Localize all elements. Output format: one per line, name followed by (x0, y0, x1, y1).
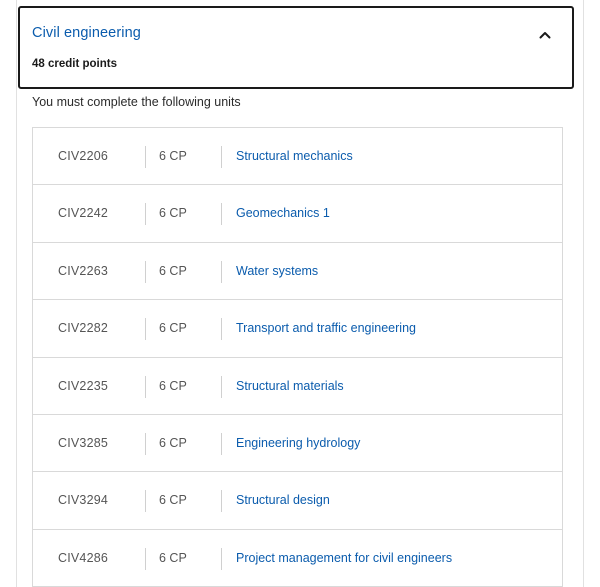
unit-code: CIV2206 (58, 149, 109, 163)
unit-row: CIV2206 6 CP Structural mechanics (33, 128, 562, 186)
unit-row: CIV2263 6 CP Water systems (33, 243, 562, 301)
unit-code: CIV4286 (58, 550, 109, 565)
unit-credit-points: 6 CP (159, 206, 187, 221)
column-divider (221, 203, 222, 226)
civil-engineering-accordion-header[interactable]: Civil engineering 48 credit points (18, 6, 574, 89)
unit-credit-points: 6 CP (159, 550, 187, 565)
unit-row: CIV3294 6 CP Structural design (33, 472, 562, 530)
unit-row: CIV3285 6 CP Engineering hydrology (33, 415, 562, 473)
column-divider (145, 375, 146, 398)
column-divider (221, 260, 222, 283)
unit-row: CIV2282 6 CP Transport and traffic engin… (33, 300, 562, 358)
unit-code: CIV3294 (58, 493, 109, 508)
unit-name-link[interactable]: Water systems (236, 264, 318, 278)
column-divider (221, 432, 222, 455)
units-table: CIV2206 6 CP Structural mechanics CIV224… (32, 127, 563, 587)
unit-row: CIV4286 6 CP Project management for civi… (33, 530, 562, 587)
column-divider (145, 260, 146, 283)
column-divider (145, 318, 146, 341)
unit-name-link[interactable]: Engineering hydrology (236, 436, 360, 450)
credit-points-label: 48 credit points (32, 58, 117, 70)
column-divider (221, 375, 222, 398)
unit-name-link[interactable]: Project management for civil engineers (236, 551, 452, 565)
unit-name-link[interactable]: Geomechanics 1 (236, 206, 330, 220)
unit-code: CIV2235 (58, 378, 109, 393)
column-divider (145, 432, 146, 455)
unit-code: CIV3285 (58, 435, 109, 450)
unit-code: CIV2242 (58, 206, 109, 221)
page: Civil engineering 48 credit points You m… (0, 0, 600, 587)
unit-name-link[interactable]: Structural design (236, 493, 330, 507)
column-divider (145, 547, 146, 570)
unit-credit-points: 6 CP (159, 321, 187, 336)
unit-row: CIV2242 6 CP Geomechanics 1 (33, 185, 562, 243)
unit-code: CIV2282 (58, 321, 109, 336)
unit-credit-points: 6 CP (159, 149, 187, 163)
panel-right-border (583, 0, 584, 587)
unit-credit-points: 6 CP (159, 435, 187, 450)
unit-name-link[interactable]: Structural mechanics (236, 149, 353, 163)
column-divider (145, 203, 146, 226)
unit-code: CIV2263 (58, 263, 109, 278)
unit-name-link[interactable]: Structural materials (236, 379, 344, 393)
chevron-up-icon[interactable] (538, 28, 552, 42)
column-divider (221, 547, 222, 570)
unit-credit-points: 6 CP (159, 493, 187, 508)
units-instructions: You must complete the following units (32, 95, 241, 109)
unit-name-link[interactable]: Transport and traffic engineering (236, 321, 416, 335)
unit-row: CIV2235 6 CP Structural materials (33, 358, 562, 415)
column-divider (221, 318, 222, 341)
column-divider (221, 146, 222, 168)
panel-left-border (16, 0, 17, 587)
column-divider (221, 490, 222, 513)
column-divider (145, 490, 146, 513)
column-divider (145, 146, 146, 168)
unit-credit-points: 6 CP (159, 378, 187, 393)
section-title: Civil engineering (32, 25, 141, 41)
unit-credit-points: 6 CP (159, 263, 187, 278)
